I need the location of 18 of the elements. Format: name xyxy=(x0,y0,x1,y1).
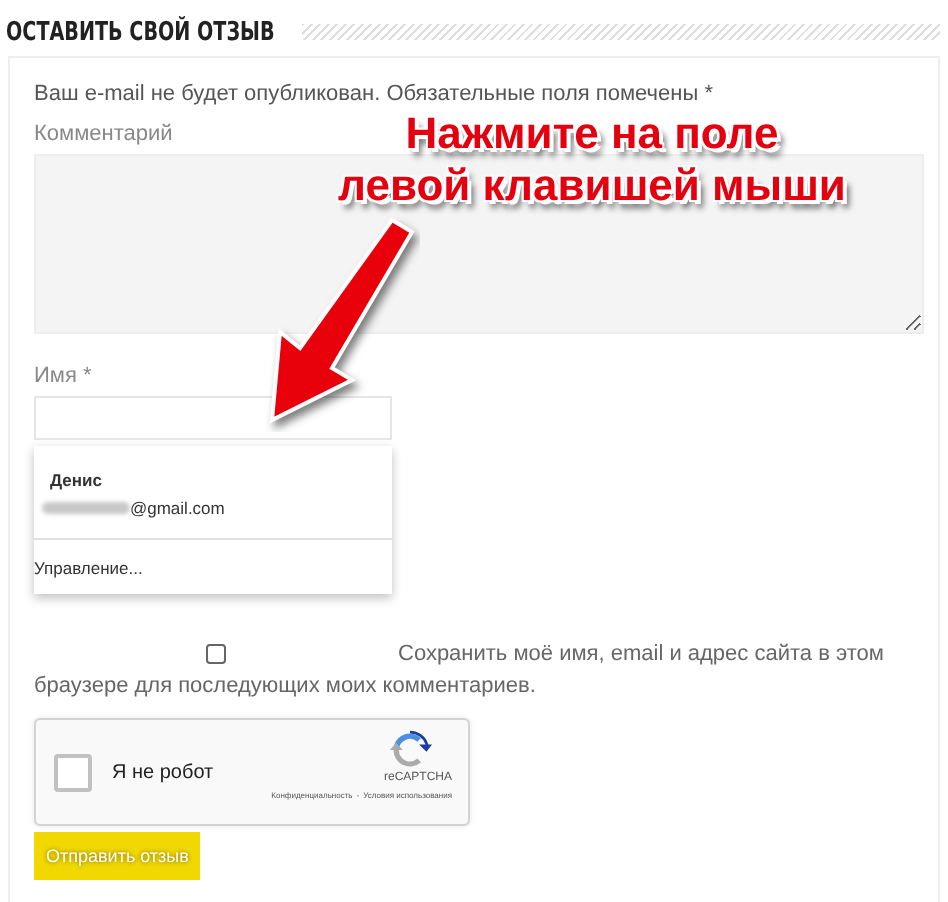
name-field[interactable] xyxy=(34,396,392,440)
comment-field[interactable] xyxy=(34,154,924,334)
save-label: Сохранить моё имя, email и адрес сайта в этом xyxy=(398,642,884,666)
captcha-label: Я не робот xyxy=(112,761,216,783)
blurred-text xyxy=(42,502,130,514)
suggestion-email[interactable]: @gmail.com xyxy=(130,498,225,518)
callout-text: Нажмите на поле xyxy=(405,108,779,160)
section-heading: ОСТАВИТЬ СВОЙ ОТЗЫВ xyxy=(6,17,275,47)
notice-text: Ваш e-mail не будет опубликован. Обязательные поля помечены * xyxy=(34,80,715,108)
suggestion-name[interactable]: Денис xyxy=(34,446,392,490)
captcha-checkbox[interactable] xyxy=(54,753,92,791)
manage-item[interactable]: Управление... xyxy=(34,540,392,594)
callout-text: левой клавишей мыши xyxy=(338,160,846,212)
save-label: браузере для последующих моих комментариев. xyxy=(34,672,538,702)
recaptcha-icon xyxy=(388,728,432,772)
field-label: Комментарий xyxy=(34,120,173,148)
save-checkbox[interactable] xyxy=(206,644,226,665)
field-label: Имя * xyxy=(34,362,92,390)
